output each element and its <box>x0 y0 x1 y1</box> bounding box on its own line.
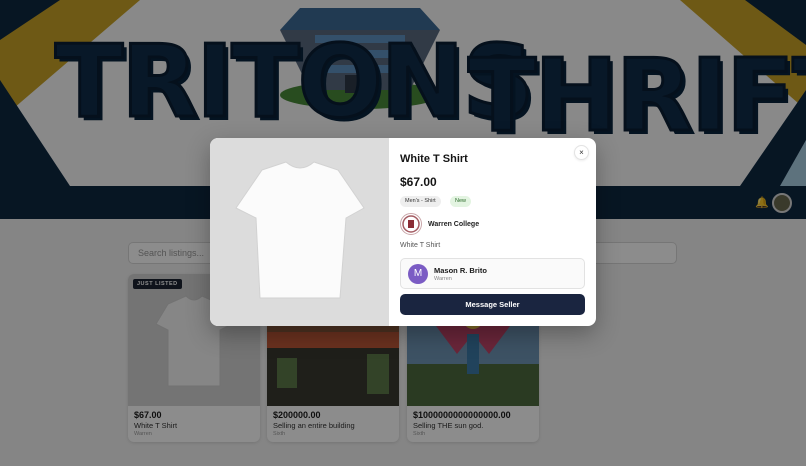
category-tag: Men's - Shirt <box>400 196 441 207</box>
seller-college: Warren <box>434 276 452 282</box>
close-button[interactable]: × <box>574 145 589 160</box>
listing-detail-modal: White T Shirt × $67.00 Men's - Shirt New… <box>210 138 596 326</box>
college-seal-icon <box>402 215 420 233</box>
modal-image <box>210 138 389 326</box>
app-root: TRITONS THRIFT 🔔 Search listings... JUST… <box>0 0 806 466</box>
seller-card[interactable]: M Mason R. Brito Warren <box>400 258 585 289</box>
modal-price: $67.00 <box>400 175 437 189</box>
condition-tag: New <box>450 196 472 207</box>
modal-details: White T Shirt × $67.00 Men's - Shirt New… <box>389 138 596 326</box>
college-logo-icon <box>400 213 422 235</box>
message-seller-button[interactable]: Message Seller <box>400 294 585 315</box>
tshirt-image <box>235 161 365 299</box>
seller-name: Mason R. Brito <box>434 266 487 275</box>
modal-title: White T Shirt <box>400 153 468 165</box>
college-name: Warren College <box>428 221 480 228</box>
seller-avatar: M <box>408 264 428 284</box>
listing-description: White T Shirt <box>400 242 441 249</box>
